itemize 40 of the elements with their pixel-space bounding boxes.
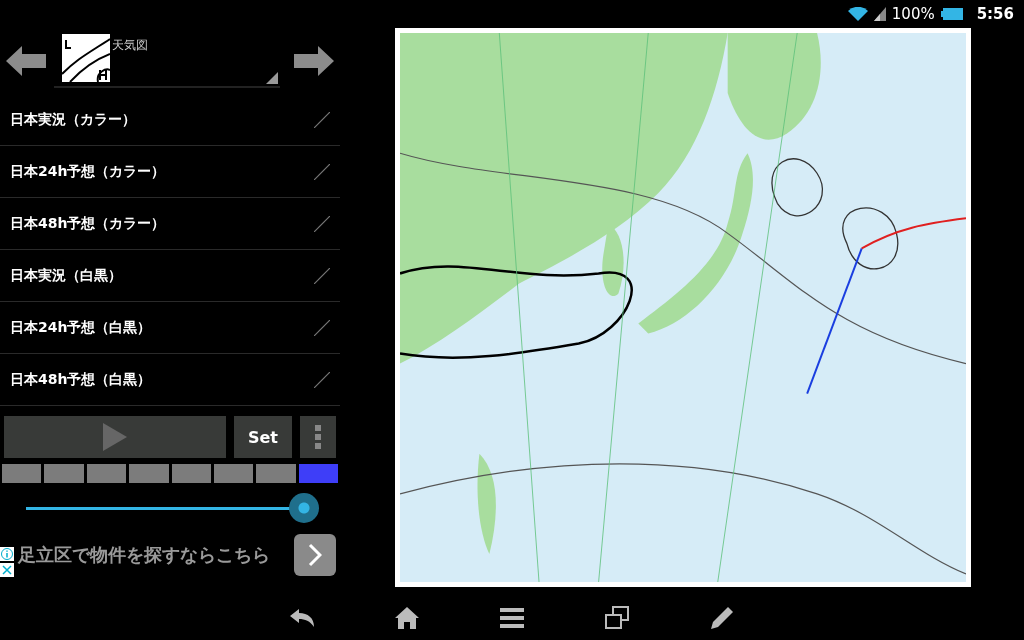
slash-icon — [314, 371, 330, 388]
slider-thumb[interactable] — [289, 493, 319, 523]
wifi-icon — [847, 7, 868, 21]
contour-map-icon — [62, 34, 110, 82]
slash-icon — [314, 319, 330, 336]
map-list-item[interactable]: 日本24h予想（白黒） — [0, 302, 340, 354]
slash-icon — [314, 215, 330, 232]
recent-apps-icon[interactable] — [604, 605, 629, 630]
map-list-item[interactable]: 日本48h予想（カラー） — [0, 198, 340, 250]
slash-icon — [314, 267, 330, 284]
battery-icon — [940, 8, 963, 20]
map-list-item[interactable]: 日本24h予想（カラー） — [0, 146, 340, 198]
frame-segment[interactable] — [213, 464, 254, 483]
map-type-dropdown[interactable]: 天気図 — [54, 34, 280, 88]
frame-segment[interactable] — [2, 464, 42, 483]
signal-icon — [873, 7, 886, 21]
frame-segment[interactable] — [171, 464, 211, 483]
back-icon[interactable] — [290, 608, 315, 627]
ad-text[interactable]: 足立区で物件を探すならこちら — [14, 543, 294, 567]
slash-icon — [314, 163, 330, 180]
slash-icon — [314, 111, 330, 128]
clock: 5:56 — [976, 5, 1014, 23]
overflow-menu-button[interactable] — [300, 416, 336, 458]
dropdown-corner-icon — [266, 72, 278, 84]
home-icon[interactable] — [395, 606, 420, 629]
battery-percent: 100% — [891, 5, 935, 23]
ad-arrow-button[interactable] — [294, 534, 336, 576]
back-arrow-button[interactable] — [6, 46, 46, 76]
set-button[interactable]: Set — [234, 416, 292, 458]
forward-arrow-button[interactable] — [294, 46, 334, 76]
map-list-item[interactable]: 日本実況（カラー） — [0, 94, 340, 146]
frame-segment[interactable] — [298, 464, 338, 483]
map-list-item[interactable]: 日本48h予想（白黒） — [0, 354, 340, 406]
pencil-icon[interactable] — [709, 605, 734, 630]
frame-segment[interactable] — [86, 464, 127, 483]
play-icon — [103, 423, 127, 451]
chevron-right-icon — [308, 543, 322, 567]
close-icon[interactable] — [0, 563, 14, 577]
map-list-item[interactable]: 日本実況（白黒） — [0, 250, 340, 302]
menu-icon[interactable] — [500, 607, 524, 628]
